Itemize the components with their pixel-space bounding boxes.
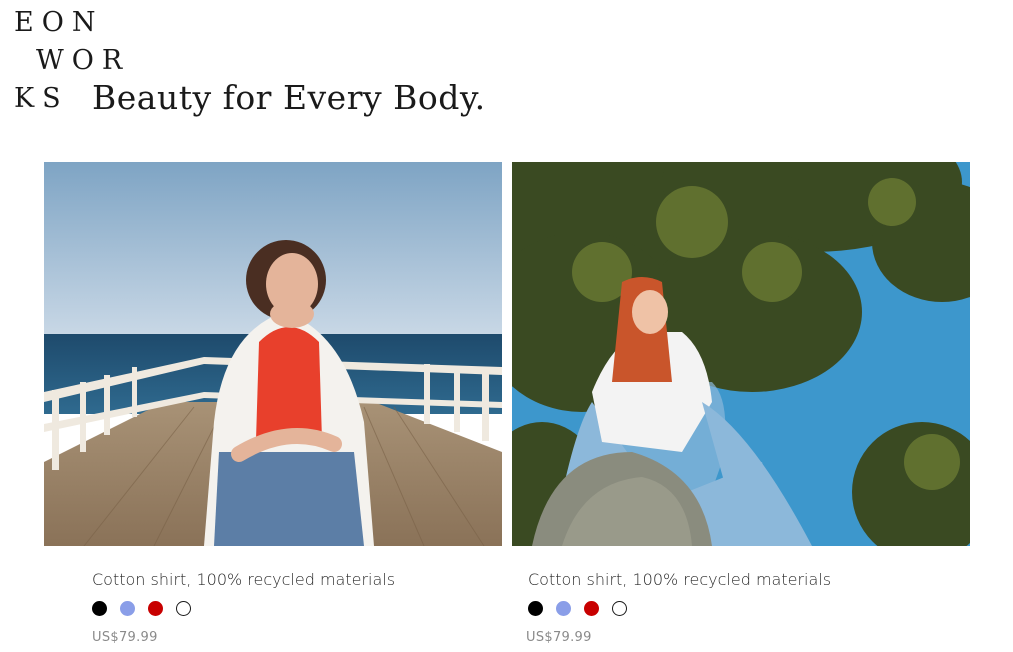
product-1-name[interactable]: Cotton shirt, 100% recycled materials (92, 570, 395, 589)
product-2-price: US$79.99 (526, 630, 592, 645)
swatch-white[interactable] (612, 601, 627, 616)
logo-line-2: WOR (36, 45, 131, 76)
swatch-periwinkle[interactable] (120, 601, 135, 616)
product-1-price: US$79.99 (92, 630, 158, 645)
product-2-image[interactable] (512, 162, 970, 546)
swatch-black[interactable] (92, 601, 107, 616)
swatch-black[interactable] (528, 601, 543, 616)
swatch-white[interactable] (176, 601, 191, 616)
product-2-color-swatches (528, 601, 627, 617)
product-2-name[interactable]: Cotton shirt, 100% recycled materials (528, 570, 831, 589)
product-1-image[interactable] (44, 162, 502, 546)
swatch-periwinkle[interactable] (556, 601, 571, 616)
tagline: Beauty for Every Body. (92, 78, 486, 117)
product-1-color-swatches (92, 601, 191, 617)
logo-line-1: EON (14, 7, 104, 38)
swatch-red[interactable] (148, 601, 163, 616)
logo-line-3: KS (14, 83, 69, 114)
swatch-red[interactable] (584, 601, 599, 616)
